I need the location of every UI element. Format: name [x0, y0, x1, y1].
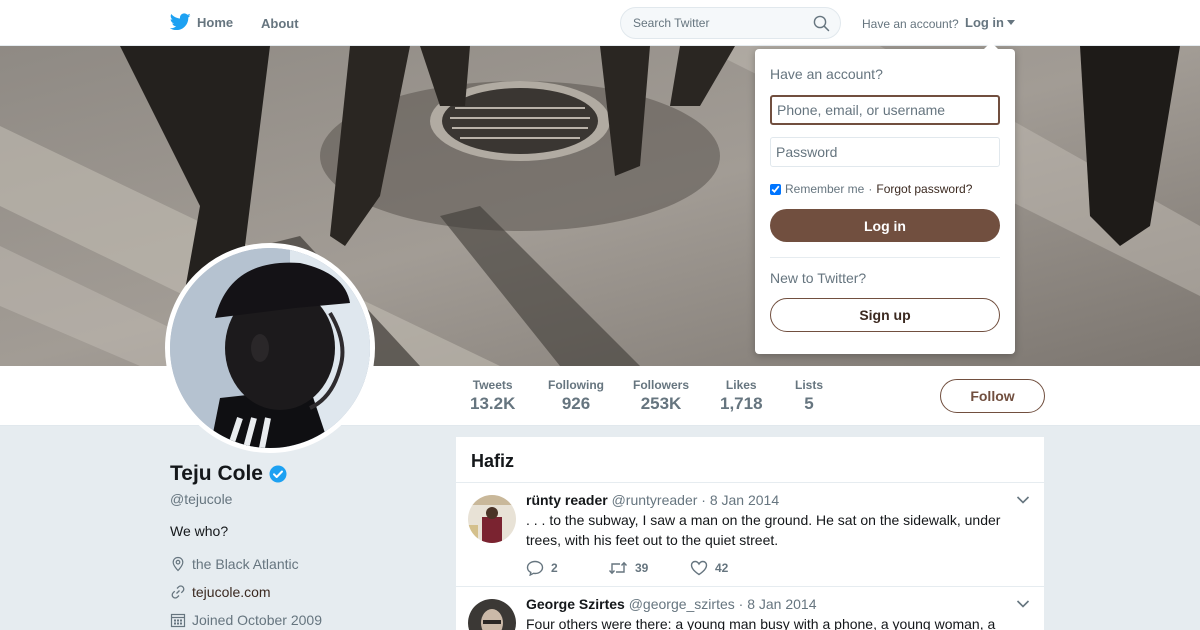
have-account-text: Have an account? [862, 17, 959, 31]
login-dropdown-title: Have an account? [770, 66, 883, 82]
timeline-title: Hafiz [456, 437, 1044, 483]
login-button[interactable]: Log in [770, 209, 1000, 242]
stat-lists[interactable]: Lists 5 [795, 378, 823, 414]
profile-sidebar: Teju Cole @tejucole We who? the Black At… [170, 462, 440, 628]
login-toggle-label: Log in [965, 15, 1004, 30]
search-box [620, 7, 841, 39]
timeline: Hafiz rünty reader @runtyreader · 8 Jan … [456, 437, 1044, 630]
tweet-header: George Szirtes @george_szirtes · 8 Jan 2… [526, 596, 1029, 612]
stat-likes[interactable]: Likes 1,718 [720, 378, 763, 414]
tweet-author-avatar[interactable] [468, 599, 516, 630]
separator-dot: · [868, 182, 873, 196]
stat-followers[interactable]: Followers 253K [633, 378, 689, 414]
tweet-avatar-image [468, 495, 516, 543]
caret-down-icon [1007, 20, 1015, 25]
tweet-text: . . . to the subway, I saw a man on the … [526, 512, 1001, 548]
heart-icon [690, 560, 708, 576]
stat-value: 5 [804, 394, 814, 413]
forgot-password-link[interactable]: Forgot password? [876, 182, 972, 196]
like-count: 42 [715, 561, 729, 575]
retweet-count: 39 [635, 561, 649, 575]
verified-badge-icon [269, 465, 287, 483]
link-icon [171, 585, 185, 599]
stat-value: 926 [561, 394, 591, 413]
tweet-header: rünty reader @runtyreader · 8 Jan 2014 [526, 492, 1029, 508]
stat-tweets[interactable]: Tweets 13.2K [470, 378, 515, 414]
chevron-down-icon[interactable] [1016, 495, 1030, 505]
stat-label: Following [548, 378, 604, 392]
search-icon[interactable] [813, 15, 830, 32]
tweet-date[interactable]: · 8 Jan 2014 [739, 596, 817, 612]
profile-name-row: Teju Cole [170, 462, 440, 486]
tweet-actions: 2 39 42 [526, 560, 1029, 586]
remember-me-label[interactable]: Remember me [785, 182, 864, 196]
tweet-author-name[interactable]: rünty reader [526, 492, 608, 508]
dropdown-divider [770, 257, 1000, 258]
profile-location-row: the Black Atlantic [170, 556, 440, 572]
reply-icon [526, 560, 544, 576]
tweet-item[interactable]: George Szirtes @george_szirtes · 8 Jan 2… [456, 587, 1044, 630]
stat-label: Followers [633, 378, 690, 392]
stat-following[interactable]: Following 926 [548, 378, 604, 414]
profile-name[interactable]: Teju Cole [170, 462, 263, 486]
tweet-text: Four others were there: a young man busy… [526, 616, 996, 630]
stat-value: 1,718 [720, 394, 763, 413]
stat-label: Lists [795, 378, 824, 392]
avatar-image [170, 248, 370, 448]
tweet-author-name[interactable]: George Szirtes [526, 596, 625, 612]
username-field[interactable] [770, 95, 1000, 125]
top-navigation: Home About Have an account? Log in [0, 0, 1200, 46]
tweet-avatar-image [468, 599, 516, 630]
stat-label: Tweets [472, 378, 513, 392]
tweet-author-avatar[interactable] [468, 495, 516, 543]
new-to-twitter-text: New to Twitter? [770, 270, 867, 286]
profile-avatar[interactable] [165, 243, 375, 453]
retweet-action[interactable]: 39 [608, 560, 690, 576]
nav-about-link[interactable]: About [261, 16, 299, 31]
remember-row: Remember me · Forgot password? [770, 182, 1000, 196]
twitter-bird-icon [170, 13, 191, 31]
nav-home-link[interactable]: Home [170, 13, 233, 31]
chevron-down-icon[interactable] [1016, 599, 1030, 609]
profile-bio: We who? [170, 523, 229, 539]
profile-handle[interactable]: @tejucole [170, 491, 440, 507]
profile-location: the Black Atlantic [192, 556, 299, 572]
login-dropdown-toggle[interactable]: Log in [965, 15, 1015, 30]
tweet-author-handle[interactable]: @runtyreader [612, 492, 698, 508]
follow-button[interactable]: Follow [940, 379, 1045, 413]
reply-count: 2 [551, 561, 558, 575]
profile-website-link[interactable]: tejucole.com [192, 584, 271, 600]
stat-value: 13.2K [470, 394, 516, 413]
nav-home-label: Home [197, 14, 234, 30]
remember-me-checkbox[interactable] [770, 183, 781, 195]
profile-joined-date: Joined October 2009 [192, 612, 322, 628]
tweet-author-handle[interactable]: @george_szirtes [629, 596, 735, 612]
reply-action[interactable]: 2 [526, 560, 608, 576]
login-dropdown: Have an account? Remember me · Forgot pa… [755, 42, 1015, 354]
search-input[interactable] [621, 8, 801, 38]
profile-joined-row: Joined October 2009 [170, 612, 440, 628]
calendar-icon [170, 613, 186, 628]
signup-button[interactable]: Sign up [770, 298, 1000, 332]
tweet-date[interactable]: · 8 Jan 2014 [701, 492, 779, 508]
tweet-item[interactable]: rünty reader @runtyreader · 8 Jan 2014 .… [456, 483, 1044, 587]
retweet-icon [608, 561, 628, 575]
password-field[interactable] [770, 137, 1000, 167]
stat-label: Likes [725, 378, 757, 392]
location-pin-icon [172, 556, 184, 572]
profile-website-row: tejucole.com [170, 584, 440, 600]
like-action[interactable]: 42 [690, 560, 772, 576]
stat-value: 253K [640, 394, 682, 413]
